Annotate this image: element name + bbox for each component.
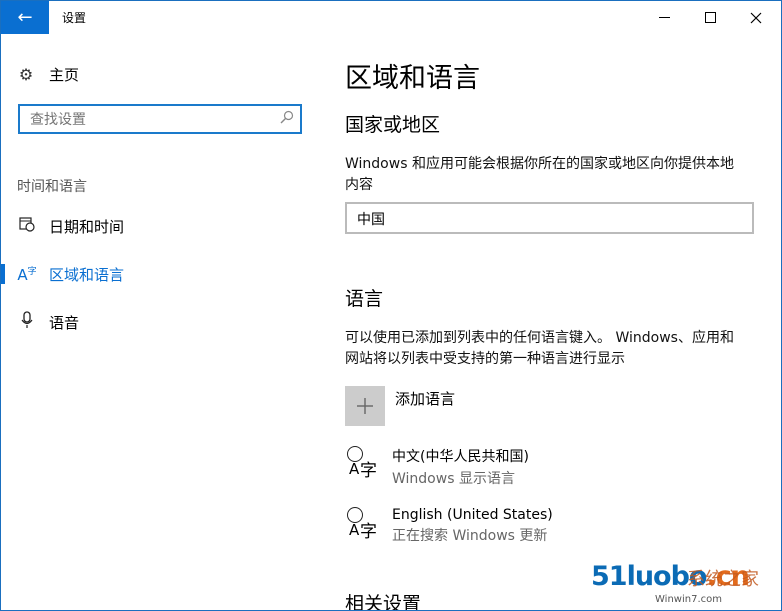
active-indicator: [1, 264, 5, 284]
watermark: 51luobo.cn 系统之家 Winwin7.com: [591, 559, 781, 609]
gear-icon: ⚙: [18, 65, 34, 84]
section-label: 时间和语言: [17, 179, 87, 195]
language-item[interactable]: A字 中文(中华人民共和国) Windows 显示语言: [345, 446, 529, 488]
close-icon: [750, 12, 762, 23]
language-icon: A字: [17, 266, 37, 284]
title-bar: ← 设置: [1, 1, 781, 34]
page-title: 区域和语言: [345, 63, 480, 94]
maximize-icon: [704, 12, 716, 23]
window-title: 设置: [62, 11, 87, 25]
plus-icon: [345, 386, 385, 426]
language-name: English (United States): [392, 507, 553, 523]
settings-window: ← 设置 ⚙ 主页 时间和语言 日期和时间: [0, 0, 782, 611]
language-heading: 语言: [345, 288, 384, 310]
sidebar-item-label: 语音: [49, 313, 80, 332]
sidebar-item-region-language[interactable]: A字 区域和语言: [1, 254, 321, 294]
sidebar-item-label: 区域和语言: [49, 265, 125, 284]
search-input[interactable]: [28, 110, 272, 130]
sidebar: ⚙ 主页 时间和语言 日期和时间 A字 区域和语言 语音: [1, 34, 321, 610]
language-status: Windows 显示语言: [392, 471, 515, 487]
maximize-button[interactable]: [687, 1, 733, 34]
country-select[interactable]: 中国: [345, 202, 754, 234]
search-icon[interactable]: [280, 110, 294, 128]
back-arrow-icon: ←: [17, 7, 33, 28]
microphone-icon: [17, 311, 37, 333]
minimize-icon: [658, 16, 670, 18]
country-description: Windows 和应用可能会根据你所在的国家或地区向你提供本地内容: [345, 156, 734, 193]
home-label: 主页: [49, 66, 80, 84]
back-button[interactable]: ←: [1, 1, 49, 34]
language-icon: A字: [345, 446, 379, 482]
search-box[interactable]: [18, 104, 302, 134]
watermark-overlay: 系统之家: [687, 569, 759, 590]
language-status: 正在搜索 Windows 更新: [392, 528, 548, 544]
close-button[interactable]: [733, 1, 779, 34]
related-settings-heading: 相关设置: [345, 593, 422, 611]
add-language-button[interactable]: 添加语言: [345, 386, 455, 426]
add-language-label: 添加语言: [395, 390, 456, 408]
home-link[interactable]: ⚙ 主页: [17, 64, 79, 85]
language-item[interactable]: A字 English (United States) 正在搜索 Windows …: [345, 507, 553, 545]
country-value: 中国: [357, 212, 385, 228]
sidebar-item-label: 日期和时间: [49, 217, 125, 236]
watermark-site: Winwin7.com: [655, 594, 722, 605]
minimize-button[interactable]: [641, 1, 687, 34]
country-heading: 国家或地区: [345, 114, 441, 136]
sidebar-item-date-time[interactable]: 日期和时间: [1, 206, 321, 246]
language-name: 中文(中华人民共和国): [392, 449, 529, 465]
language-icon: A字: [345, 507, 379, 543]
sidebar-item-speech[interactable]: 语音: [1, 302, 321, 342]
calendar-clock-icon: [17, 216, 37, 236]
language-description: 可以使用已添加到列表中的任何语言键入。 Windows、应用和网站将以列表中受支…: [345, 330, 734, 367]
main-content: 区域和语言 国家或地区 Windows 和应用可能会根据你所在的国家或地区向你提…: [345, 34, 765, 610]
